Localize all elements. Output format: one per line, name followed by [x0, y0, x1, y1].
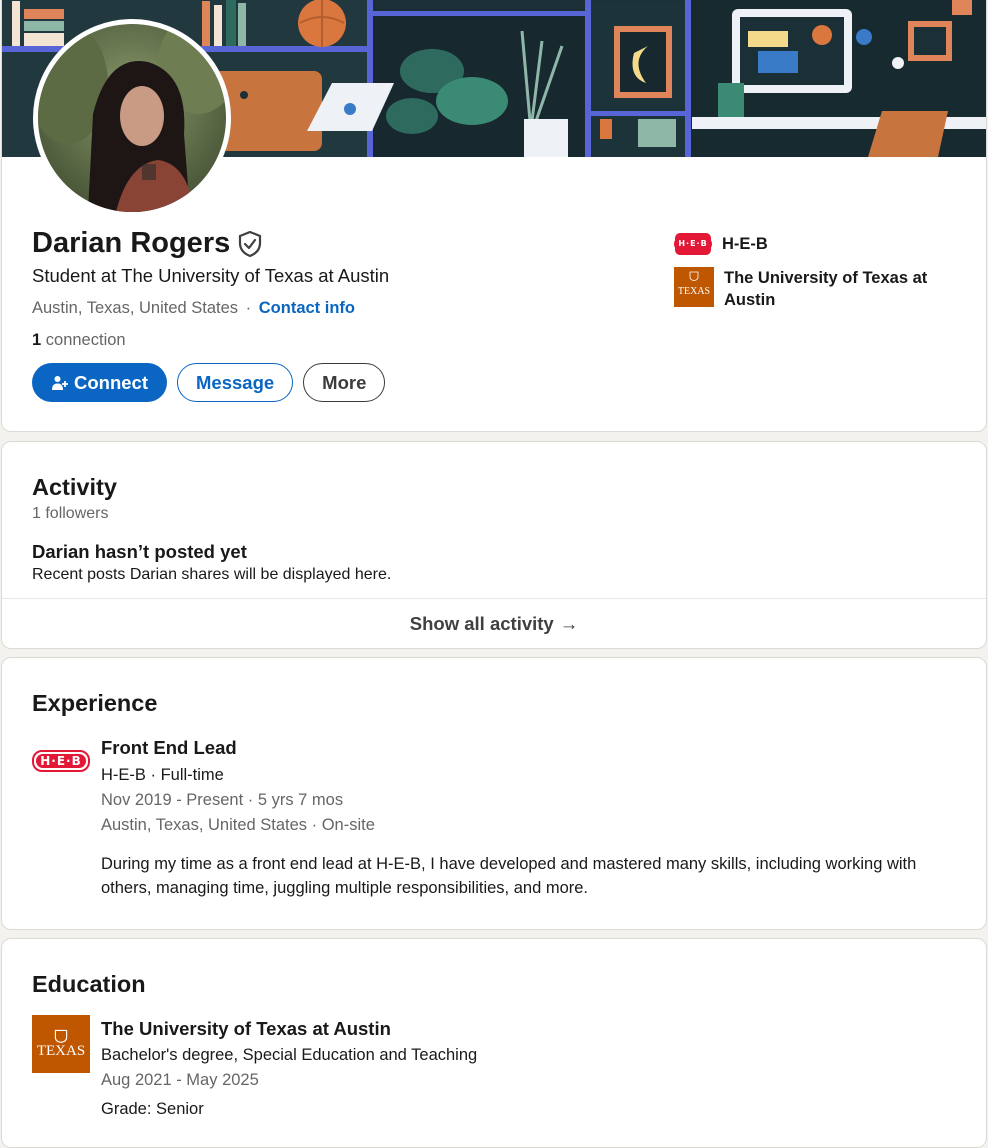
activity-card: Activity 1 followers Darian hasn’t poste… — [1, 441, 987, 649]
profile-actions: Connect Message More — [32, 363, 386, 402]
contact-info-link[interactable]: Contact info — [259, 299, 355, 317]
side-org-heb-name: H-E-B — [722, 235, 768, 253]
heb-logo-text: H·E·B — [36, 754, 86, 768]
connect-button[interactable]: Connect — [32, 363, 167, 402]
add-person-icon — [52, 375, 68, 390]
education-degree: Bachelor's degree, Special Education and… — [101, 1046, 478, 1064]
experience-title: Experience — [32, 690, 158, 716]
texas-logo-text: TEXAS — [36, 1042, 86, 1059]
heb-logo-icon[interactable]: H·E·B — [32, 750, 90, 772]
education-dates: Aug 2021 - May 2025 — [101, 1071, 259, 1089]
arrow-right-icon: → — [559, 612, 579, 634]
no-posts-title: Darian hasn’t posted yet — [32, 541, 247, 562]
profile-name-text: Darian Rogers — [32, 227, 231, 259]
connections-count[interactable]: 1 connection — [32, 331, 126, 350]
verified-shield-icon[interactable] — [238, 230, 262, 257]
heb-logo-text: H·E·B — [675, 233, 711, 255]
profile-location: Austin, Texas, United States — [32, 299, 239, 317]
experience-role[interactable]: Front End Lead — [101, 736, 961, 760]
texas-logo-icon: TEXAS — [674, 267, 714, 307]
show-all-activity-button[interactable]: Show all activity → — [2, 598, 986, 648]
texas-logo-icon[interactable]: TEXAS — [32, 1015, 90, 1073]
texas-seal-icon — [54, 1029, 68, 1043]
connections-number: 1 — [32, 331, 42, 349]
side-org-texas[interactable]: TEXAS The University of Texas at Austin — [674, 267, 964, 311]
profile-avatar[interactable] — [33, 19, 231, 217]
experience-company: H-E-B · Full-time — [101, 766, 224, 784]
connections-label: connection — [45, 331, 126, 349]
texas-logo-text: TEXAS — [677, 286, 711, 297]
texas-seal-icon — [689, 271, 699, 281]
message-button[interactable]: Message — [177, 363, 294, 402]
profile-top-orgs: H·E·B H-E-B TEXAS The University of Texa… — [674, 233, 964, 311]
experience-card: Experience H·E·B Front End Lead H-E-B · … — [1, 657, 987, 930]
education-grade: Grade: Senior — [101, 1100, 204, 1118]
profile-headline: Student at The University of Texas at Au… — [32, 265, 390, 286]
side-org-heb[interactable]: H·E·B H-E-B — [674, 233, 964, 255]
no-posts-subtitle: Recent posts Darian shares will be displ… — [32, 566, 392, 583]
connect-label: Connect — [74, 371, 148, 393]
profile-card: Darian Rogers Student at The University … — [1, 0, 987, 432]
experience-location: Austin, Texas, United States · On-site — [101, 816, 375, 834]
side-org-texas-name: The University of Texas at Austin — [724, 269, 928, 309]
experience-dates: Nov 2019 - Present · 5 yrs 7 mos — [101, 791, 344, 809]
location-separator: · — [245, 299, 252, 317]
profile-location-line: Austin, Texas, United States · Contact i… — [32, 299, 355, 318]
heb-logo-icon: H·E·B — [674, 233, 712, 255]
followers-count: 1 followers — [32, 505, 109, 522]
education-card: Education TEXAS The University of Texas … — [1, 938, 987, 1148]
more-button[interactable]: More — [303, 363, 386, 402]
experience-description: During my time as a front end lead at H-… — [101, 855, 917, 897]
profile-name: Darian Rogers — [32, 227, 262, 260]
education-title: Education — [32, 971, 146, 997]
education-school[interactable]: The University of Texas at Austin — [101, 1017, 961, 1041]
avatar-photo — [38, 24, 226, 212]
activity-title: Activity — [32, 474, 117, 500]
show-all-activity-label: Show all activity — [409, 612, 554, 634]
